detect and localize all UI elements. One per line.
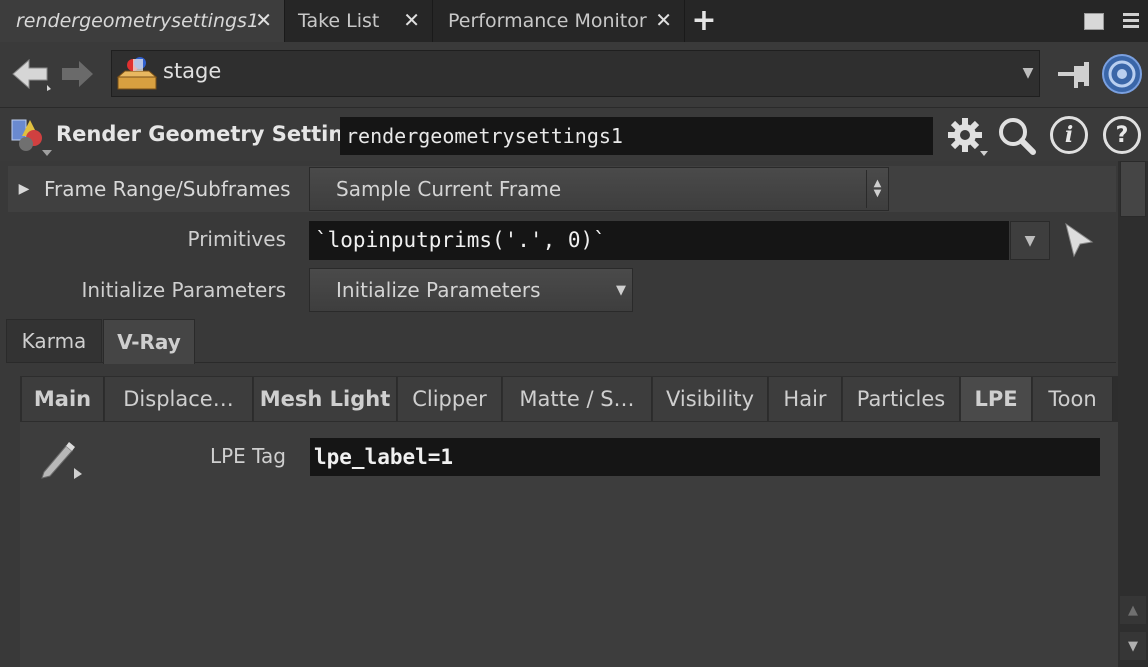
pin-icon[interactable]: [1056, 58, 1096, 92]
node-name-input[interactable]: rendergeometrysettings1: [340, 117, 933, 155]
scroll-up-icon[interactable]: ▲: [1120, 596, 1146, 624]
tab-label: Mesh Light: [259, 387, 391, 411]
lpe-tag-label: LPE Tag: [209, 444, 286, 468]
search-icon[interactable]: [996, 115, 1038, 157]
tab-toon[interactable]: Toon: [1033, 377, 1113, 421]
close-icon[interactable]: ✕: [255, 8, 272, 32]
tab-visibility[interactable]: Visibility: [653, 377, 768, 421]
close-icon[interactable]: ✕: [403, 8, 420, 32]
pencil-icon[interactable]: [38, 438, 84, 480]
frame-range-value: Sample Current Frame: [336, 177, 562, 201]
tab-displacement[interactable]: Displace…: [105, 377, 253, 421]
tab-label: Clipper: [412, 387, 487, 411]
initialize-parameters-menu[interactable]: Initialize Parameters: [309, 268, 633, 312]
tab-label: Hair: [783, 387, 827, 411]
pane-menu-icon[interactable]: [1120, 10, 1142, 32]
path-selector[interactable]: [111, 50, 1040, 97]
tab-take-list[interactable]: Take List ✕: [284, 0, 432, 42]
chevron-down-icon[interactable]: ▼: [1018, 62, 1038, 84]
tab-rendergeometrysettings1[interactable]: rendergeometrysettings1 ✕: [0, 0, 284, 42]
initialize-parameters-value: Initialize Parameters: [336, 278, 541, 302]
tab-label: Performance Monitor: [448, 10, 647, 32]
tab-karma[interactable]: Karma: [6, 319, 102, 363]
primitives-input[interactable]: `lopinputprims('.', 0)`: [309, 221, 1009, 260]
expand-arrow-icon[interactable]: ▶: [14, 178, 34, 200]
tab-label: Karma: [21, 329, 87, 353]
tab-label: V-Ray: [117, 330, 181, 354]
tab-clipper[interactable]: Clipper: [398, 377, 502, 421]
close-icon[interactable]: ✕: [655, 8, 672, 32]
tab-label: Particles: [856, 387, 946, 411]
spinner-icon[interactable]: ▲ ▼: [866, 170, 888, 208]
tab-label: Visibility: [665, 387, 754, 411]
tab-label: LPE: [974, 387, 1018, 411]
tab-label: Matte / S…: [519, 387, 635, 411]
stage-icon: [115, 53, 159, 93]
maximize-pane-icon[interactable]: [1084, 13, 1104, 30]
link-target-icon[interactable]: [1101, 53, 1143, 95]
node-type-label: Render Geometry Settings: [56, 122, 371, 146]
help-icon[interactable]: ?: [1103, 116, 1141, 154]
path-label: stage: [163, 59, 222, 83]
frame-range-label: Frame Range/Subframes: [44, 177, 291, 201]
back-arrow-icon[interactable]: [10, 56, 52, 92]
tab-label: rendergeometrysettings1: [16, 10, 260, 32]
chevron-down-icon[interactable]: ▼: [1010, 221, 1050, 260]
tab-divider: [684, 0, 685, 42]
forward-arrow-icon[interactable]: [58, 56, 96, 92]
chevron-down-icon[interactable]: ▼: [610, 270, 632, 310]
tab-label: Displace…: [123, 387, 234, 411]
add-tab-icon[interactable]: +: [690, 3, 718, 38]
tab-particles[interactable]: Particles: [843, 377, 960, 421]
lpe-tag-input[interactable]: lpe_label=1: [310, 438, 1100, 476]
scroll-down-icon[interactable]: ▼: [1120, 632, 1146, 660]
primitives-label: Primitives: [187, 227, 287, 251]
tab-lpe[interactable]: LPE: [961, 377, 1032, 421]
tab-label: Take List: [298, 10, 380, 32]
tab-mesh-light[interactable]: Mesh Light: [254, 377, 397, 421]
scrollbar[interactable]: [1118, 161, 1148, 667]
initialize-parameters-label: Initialize Parameters: [81, 278, 286, 302]
scrollbar-thumb[interactable]: [1120, 161, 1146, 217]
select-arrow-icon[interactable]: [1062, 220, 1096, 260]
node-type-icon: [8, 114, 54, 158]
gear-icon[interactable]: [944, 115, 990, 159]
tab-performance-monitor[interactable]: Performance Monitor ✕: [432, 0, 684, 42]
tab-label: Main: [33, 387, 92, 411]
tab-main[interactable]: Main: [22, 377, 104, 421]
frame-range-menu[interactable]: Sample Current Frame: [309, 167, 889, 211]
tab-matte-shadow[interactable]: Matte / S…: [503, 377, 652, 421]
tab-vray[interactable]: V-Ray: [103, 319, 195, 364]
tab-hair[interactable]: Hair: [769, 377, 842, 421]
tab-label: Toon: [1048, 387, 1097, 411]
info-icon[interactable]: i: [1050, 116, 1088, 154]
